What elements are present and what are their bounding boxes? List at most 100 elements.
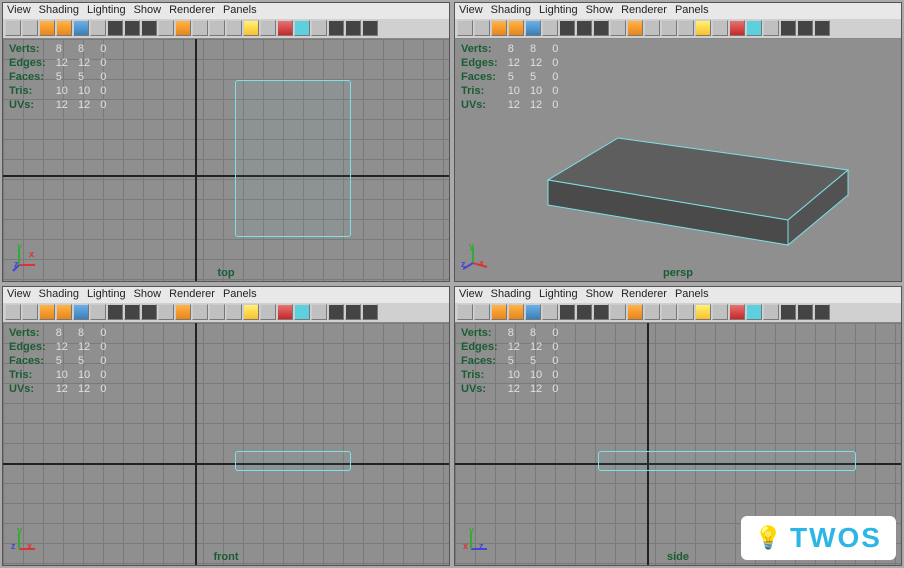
shadow-icon[interactable] bbox=[712, 304, 728, 320]
grid-icon[interactable] bbox=[311, 304, 327, 320]
res-icon[interactable] bbox=[797, 20, 813, 36]
select-icon[interactable] bbox=[5, 20, 21, 36]
menu-panels[interactable]: Panels bbox=[675, 288, 709, 302]
viewport-canvas-persp[interactable]: Verts:880Edges:12120Faces:550Tris:10100U… bbox=[455, 39, 901, 281]
tex-icon[interactable] bbox=[593, 304, 609, 320]
iso2-icon[interactable] bbox=[661, 304, 677, 320]
res-icon[interactable] bbox=[797, 304, 813, 320]
menu-lighting[interactable]: Lighting bbox=[87, 4, 126, 18]
menu-show[interactable]: Show bbox=[134, 288, 162, 302]
gate-icon[interactable] bbox=[362, 20, 378, 36]
light-icon[interactable] bbox=[695, 304, 711, 320]
wire2-icon[interactable] bbox=[124, 304, 140, 320]
select-icon[interactable] bbox=[457, 304, 473, 320]
wire-icon[interactable] bbox=[107, 304, 123, 320]
frame-icon[interactable] bbox=[294, 304, 310, 320]
res-icon[interactable] bbox=[345, 304, 361, 320]
frame-icon[interactable] bbox=[746, 304, 762, 320]
smooth-icon[interactable] bbox=[542, 304, 558, 320]
box-icon[interactable] bbox=[627, 304, 643, 320]
shading2-icon[interactable] bbox=[525, 20, 541, 36]
gate-icon[interactable] bbox=[814, 304, 830, 320]
iso3-icon[interactable] bbox=[226, 20, 242, 36]
shading2-icon[interactable] bbox=[73, 20, 89, 36]
shading2-icon[interactable] bbox=[525, 304, 541, 320]
wire2-icon[interactable] bbox=[576, 20, 592, 36]
shadow-icon[interactable] bbox=[260, 20, 276, 36]
shading-icon[interactable] bbox=[56, 20, 72, 36]
light-icon[interactable] bbox=[695, 20, 711, 36]
smooth-icon[interactable] bbox=[90, 304, 106, 320]
viewport-canvas-top[interactable]: Verts:880Edges:12120Faces:550Tris:10100U… bbox=[3, 39, 449, 281]
shading-icon[interactable] bbox=[56, 304, 72, 320]
iso-icon[interactable] bbox=[644, 304, 660, 320]
film-icon[interactable] bbox=[780, 20, 796, 36]
iso2-icon[interactable] bbox=[661, 20, 677, 36]
menu-show[interactable]: Show bbox=[586, 288, 614, 302]
film-icon[interactable] bbox=[328, 20, 344, 36]
menu-show[interactable]: Show bbox=[134, 4, 162, 18]
menu-shading[interactable]: Shading bbox=[491, 288, 531, 302]
light-icon[interactable] bbox=[243, 20, 259, 36]
hq-icon[interactable] bbox=[277, 20, 293, 36]
tex-icon[interactable] bbox=[593, 20, 609, 36]
gate-icon[interactable] bbox=[362, 304, 378, 320]
object-shaded-persp[interactable] bbox=[488, 60, 868, 260]
gate-icon[interactable] bbox=[814, 20, 830, 36]
lasso-icon[interactable] bbox=[22, 304, 38, 320]
grid-icon[interactable] bbox=[763, 304, 779, 320]
iso-icon[interactable] bbox=[192, 304, 208, 320]
menu-shading[interactable]: Shading bbox=[39, 4, 79, 18]
menu-shading[interactable]: Shading bbox=[491, 4, 531, 18]
wire-icon[interactable] bbox=[107, 20, 123, 36]
hq-icon[interactable] bbox=[277, 304, 293, 320]
menu-panels[interactable]: Panels bbox=[675, 4, 709, 18]
menu-renderer[interactable]: Renderer bbox=[621, 288, 667, 302]
hq-icon[interactable] bbox=[729, 304, 745, 320]
shadow-icon[interactable] bbox=[712, 20, 728, 36]
menu-renderer[interactable]: Renderer bbox=[169, 4, 215, 18]
box-icon[interactable] bbox=[175, 20, 191, 36]
object-wireframe-front[interactable] bbox=[235, 451, 351, 470]
camera-icon[interactable] bbox=[39, 304, 55, 320]
menu-lighting[interactable]: Lighting bbox=[539, 4, 578, 18]
lasso-icon[interactable] bbox=[22, 20, 38, 36]
iso3-icon[interactable] bbox=[678, 20, 694, 36]
frame-icon[interactable] bbox=[294, 20, 310, 36]
grid-icon[interactable] bbox=[311, 20, 327, 36]
menu-lighting[interactable]: Lighting bbox=[87, 288, 126, 302]
smooth-icon[interactable] bbox=[542, 20, 558, 36]
hq-icon[interactable] bbox=[729, 20, 745, 36]
object-wireframe-top[interactable] bbox=[235, 80, 351, 237]
select-icon[interactable] bbox=[5, 304, 21, 320]
iso3-icon[interactable] bbox=[678, 304, 694, 320]
shading-icon[interactable] bbox=[508, 304, 524, 320]
menu-lighting[interactable]: Lighting bbox=[539, 288, 578, 302]
select-icon[interactable] bbox=[457, 20, 473, 36]
box-icon[interactable] bbox=[175, 304, 191, 320]
viewport-menubar[interactable]: View Shading Lighting Show Renderer Pane… bbox=[3, 287, 449, 303]
camera-icon[interactable] bbox=[491, 304, 507, 320]
viewport-menubar[interactable]: View Shading Lighting Show Renderer Pane… bbox=[3, 3, 449, 19]
frame-icon[interactable] bbox=[746, 20, 762, 36]
tex-icon[interactable] bbox=[141, 304, 157, 320]
lasso-icon[interactable] bbox=[474, 304, 490, 320]
xray-icon[interactable] bbox=[158, 20, 174, 36]
box-icon[interactable] bbox=[627, 20, 643, 36]
menu-shading[interactable]: Shading bbox=[39, 288, 79, 302]
viewport-menubar[interactable]: View Shading Lighting Show Renderer Pane… bbox=[455, 287, 901, 303]
menu-view[interactable]: View bbox=[459, 4, 483, 18]
wire2-icon[interactable] bbox=[124, 20, 140, 36]
menu-view[interactable]: View bbox=[7, 288, 31, 302]
menu-panels[interactable]: Panels bbox=[223, 4, 257, 18]
xray-icon[interactable] bbox=[610, 20, 626, 36]
viewport-menubar[interactable]: View Shading Lighting Show Renderer Pane… bbox=[455, 3, 901, 19]
film-icon[interactable] bbox=[328, 304, 344, 320]
shadow-icon[interactable] bbox=[260, 304, 276, 320]
camera-icon[interactable] bbox=[491, 20, 507, 36]
iso2-icon[interactable] bbox=[209, 304, 225, 320]
menu-renderer[interactable]: Renderer bbox=[621, 4, 667, 18]
smooth-icon[interactable] bbox=[90, 20, 106, 36]
menu-renderer[interactable]: Renderer bbox=[169, 288, 215, 302]
wire-icon[interactable] bbox=[559, 304, 575, 320]
